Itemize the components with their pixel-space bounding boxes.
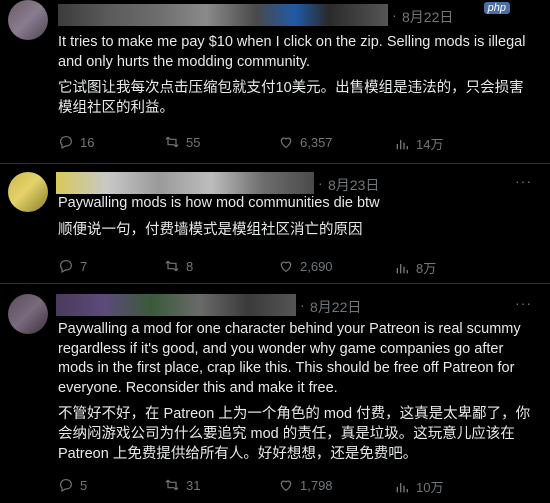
reply-button[interactable]: 7: [58, 258, 87, 274]
like-count: 6,357: [300, 134, 333, 150]
tweet-actions: 16 55 6,357 14万: [58, 134, 538, 154]
author-name-blurred[interactable]: [58, 4, 388, 26]
avatar[interactable]: [8, 172, 48, 212]
repost-count: 31: [186, 477, 201, 493]
like-icon: [280, 480, 292, 492]
views-button[interactable]: 10万: [394, 477, 443, 496]
views-icon: [396, 139, 408, 149]
reply-count: 7: [80, 258, 88, 274]
more-icon[interactable]: ···: [515, 295, 532, 311]
views-icon: [396, 263, 408, 273]
views-button[interactable]: 14万: [394, 134, 443, 153]
reply-icon: [60, 479, 72, 493]
repost-button[interactable]: 55: [164, 134, 200, 150]
reply-icon: [60, 260, 72, 274]
tweet-1[interactable]: · 8月22日 php It tries to make me pay $10 …: [0, 0, 550, 163]
php-watermark: php: [483, 2, 510, 14]
like-icon: [280, 261, 292, 273]
reply-button[interactable]: 5: [58, 477, 87, 493]
tweet-translation: 不管好不好，在 Patreon 上为一个角色的 mod 付费，这真是太卑鄙了，你…: [58, 406, 531, 462]
tweet-text: It tries to make me pay $10 when I click…: [58, 33, 538, 118]
repost-count: 8: [186, 258, 194, 274]
views-count: 10万: [416, 480, 444, 495]
tweet-translation: 它试图让我每次点击压缩包就支付10美元。出售模组是违法的，只会损害模组社区的利益…: [58, 80, 524, 116]
avatar[interactable]: [8, 294, 48, 334]
more-icon[interactable]: ···: [515, 173, 532, 189]
reply-count: 5: [80, 477, 88, 493]
tweet-3[interactable]: · 8月22日 ··· Paywalling a mod for one cha…: [0, 284, 550, 503]
repost-icon: [165, 136, 179, 148]
like-button[interactable]: 6,357: [278, 134, 333, 150]
tweet-date[interactable]: 8月22日: [402, 7, 453, 27]
tweet-original-text: Paywalling mods is how mod communities d…: [58, 195, 380, 211]
tweet-text: Paywalling mods is how mod communities d…: [58, 194, 538, 240]
reply-button[interactable]: 16: [58, 134, 94, 150]
tweet-translation: 顺便说一句，付费墙模式是模组社区消亡的原因: [58, 221, 363, 238]
views-count: 14万: [416, 137, 444, 152]
repost-button[interactable]: 31: [164, 477, 200, 493]
like-button[interactable]: 2,690: [278, 258, 333, 274]
like-count: 2,690: [300, 258, 333, 274]
author-name-blurred[interactable]: [56, 172, 314, 194]
tweet-date[interactable]: 8月22日: [310, 297, 361, 317]
repost-count: 55: [186, 134, 201, 150]
like-icon: [280, 137, 292, 149]
views-count: 8万: [416, 261, 437, 276]
reply-count: 16: [80, 134, 95, 150]
views-button[interactable]: 8万: [394, 258, 436, 277]
repost-icon: [165, 260, 179, 272]
repost-button[interactable]: 8: [164, 258, 193, 274]
like-button[interactable]: 1,798: [278, 477, 333, 493]
avatar[interactable]: [8, 0, 48, 40]
tweet-actions: 5 31 1,798 10万: [58, 477, 538, 497]
tweet-original-text: Paywalling a mod for one character behin…: [58, 321, 521, 396]
tweet-text: Paywalling a mod for one character behin…: [58, 320, 538, 464]
tweet-actions: 7 8 2,690 8万: [58, 258, 538, 278]
tweet-original-text: It tries to make me pay $10 when I click…: [58, 34, 526, 70]
reply-icon: [60, 136, 72, 150]
like-count: 1,798: [300, 477, 333, 493]
tweet-2[interactable]: · 8月23日 ··· Paywalling mods is how mod c…: [0, 164, 550, 282]
views-icon: [396, 482, 408, 492]
tweet-date[interactable]: 8月23日: [328, 175, 379, 195]
author-name-blurred[interactable]: [56, 294, 296, 316]
repost-icon: [165, 479, 179, 491]
